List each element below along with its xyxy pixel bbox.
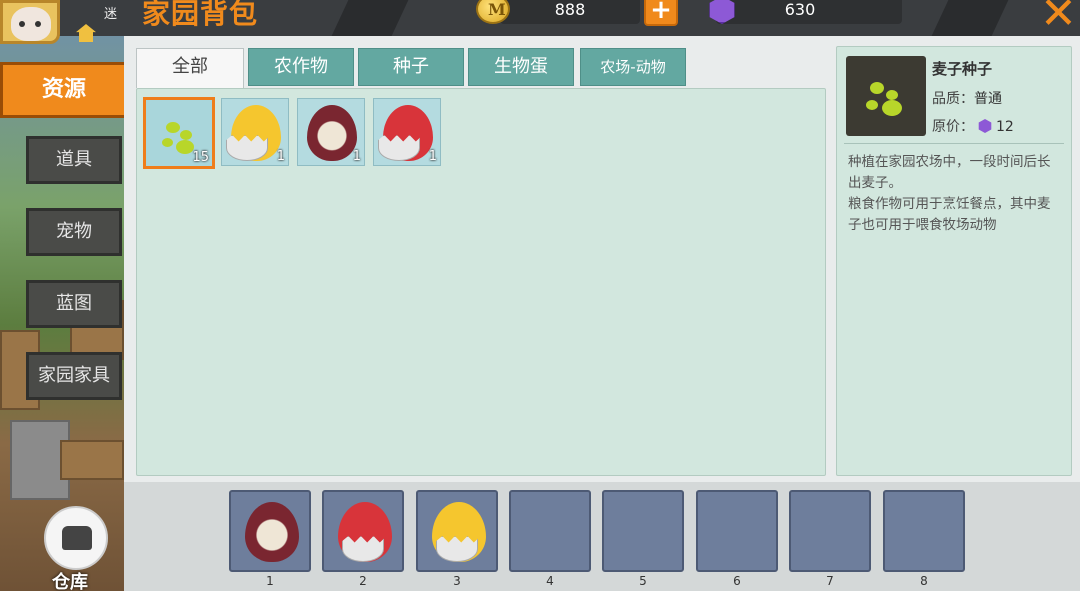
hotbar-slot-1[interactable] (229, 490, 311, 572)
storage-button[interactable] (44, 506, 108, 570)
hotbar-number: 1 (266, 574, 274, 588)
player-avatar[interactable] (0, 0, 60, 44)
hotbar-number: 5 (639, 574, 647, 588)
coin-count: 888 (554, 0, 586, 19)
category-blueprints[interactable]: 蓝图 (26, 280, 122, 328)
hotbar-slot-8[interactable] (883, 490, 965, 572)
hotbar-number: 2 (359, 574, 367, 588)
detail-item-name: 麦子种子 (932, 60, 993, 78)
price-label: 原价： (932, 119, 974, 135)
hotbar-slot-3[interactable] (416, 490, 498, 572)
close-button[interactable]: ✕ (1016, 0, 1080, 39)
hotbar-number: 8 (920, 574, 928, 588)
avatar-face (11, 7, 51, 41)
tab-crops[interactable]: 农作物 (248, 48, 354, 86)
item-slot-chick-egg[interactable]: 1 (221, 98, 289, 166)
category-props[interactable]: 道具 (26, 136, 122, 184)
detail-price: 原价： 12 (932, 116, 1014, 136)
storage-label: 仓库 (52, 572, 88, 591)
player-nickname: 迷 (104, 7, 118, 22)
hotbar-number: 3 (453, 574, 461, 588)
hotbar-slot-2[interactable] (322, 490, 404, 572)
hotbar-slot-4[interactable] (509, 490, 591, 572)
detail-item-image (846, 56, 926, 136)
tab-eggs[interactable]: 生物蛋 (468, 48, 574, 86)
tab-farm-animals[interactable]: 农场-动物 (580, 48, 686, 86)
price-value: 12 (996, 119, 1014, 135)
hotbar-number: 6 (733, 574, 741, 588)
item-count: 1 (352, 149, 361, 164)
category-furniture[interactable]: 家园家具 (26, 352, 122, 400)
close-icon: ✕ (1040, 0, 1077, 39)
hotbar-number: 7 (826, 574, 834, 588)
gem-count: 630 (784, 0, 816, 19)
item-count: 1 (276, 149, 285, 164)
hotbar-slot-5[interactable] (602, 490, 684, 572)
hotbar-number: 4 (546, 574, 554, 588)
item-slot-wheat-seed[interactable]: 15 (143, 97, 215, 169)
item-slot-red-chicken-egg[interactable]: 1 (373, 98, 441, 166)
category-pets[interactable]: 宠物 (26, 208, 122, 256)
tab-seeds[interactable]: 种子 (358, 48, 464, 86)
item-count: 1 (428, 149, 437, 164)
hotbar-slot-6[interactable] (696, 490, 778, 572)
tab-all[interactable]: 全部 (136, 48, 244, 88)
item-count: 15 (192, 150, 209, 165)
item-slot-brown-egg[interactable]: 1 (297, 98, 365, 166)
quality-label: 品质： (932, 91, 974, 107)
divider (844, 143, 1064, 144)
quality-value: 普通 (974, 91, 1002, 107)
page-title: 家园背包 (142, 0, 259, 30)
detail-description: 种植在家园农场中，一段时间后长出麦子。 粮食作物可用于烹饪餐点，其中麦子也可用于… (848, 154, 1051, 233)
hotbar-slot-7[interactable] (789, 490, 871, 572)
detail-quality: 品质：普通 (932, 88, 1002, 108)
category-resources[interactable]: 资源 (0, 62, 128, 118)
gem-icon (978, 119, 992, 133)
add-coins-button[interactable]: + (644, 0, 678, 26)
